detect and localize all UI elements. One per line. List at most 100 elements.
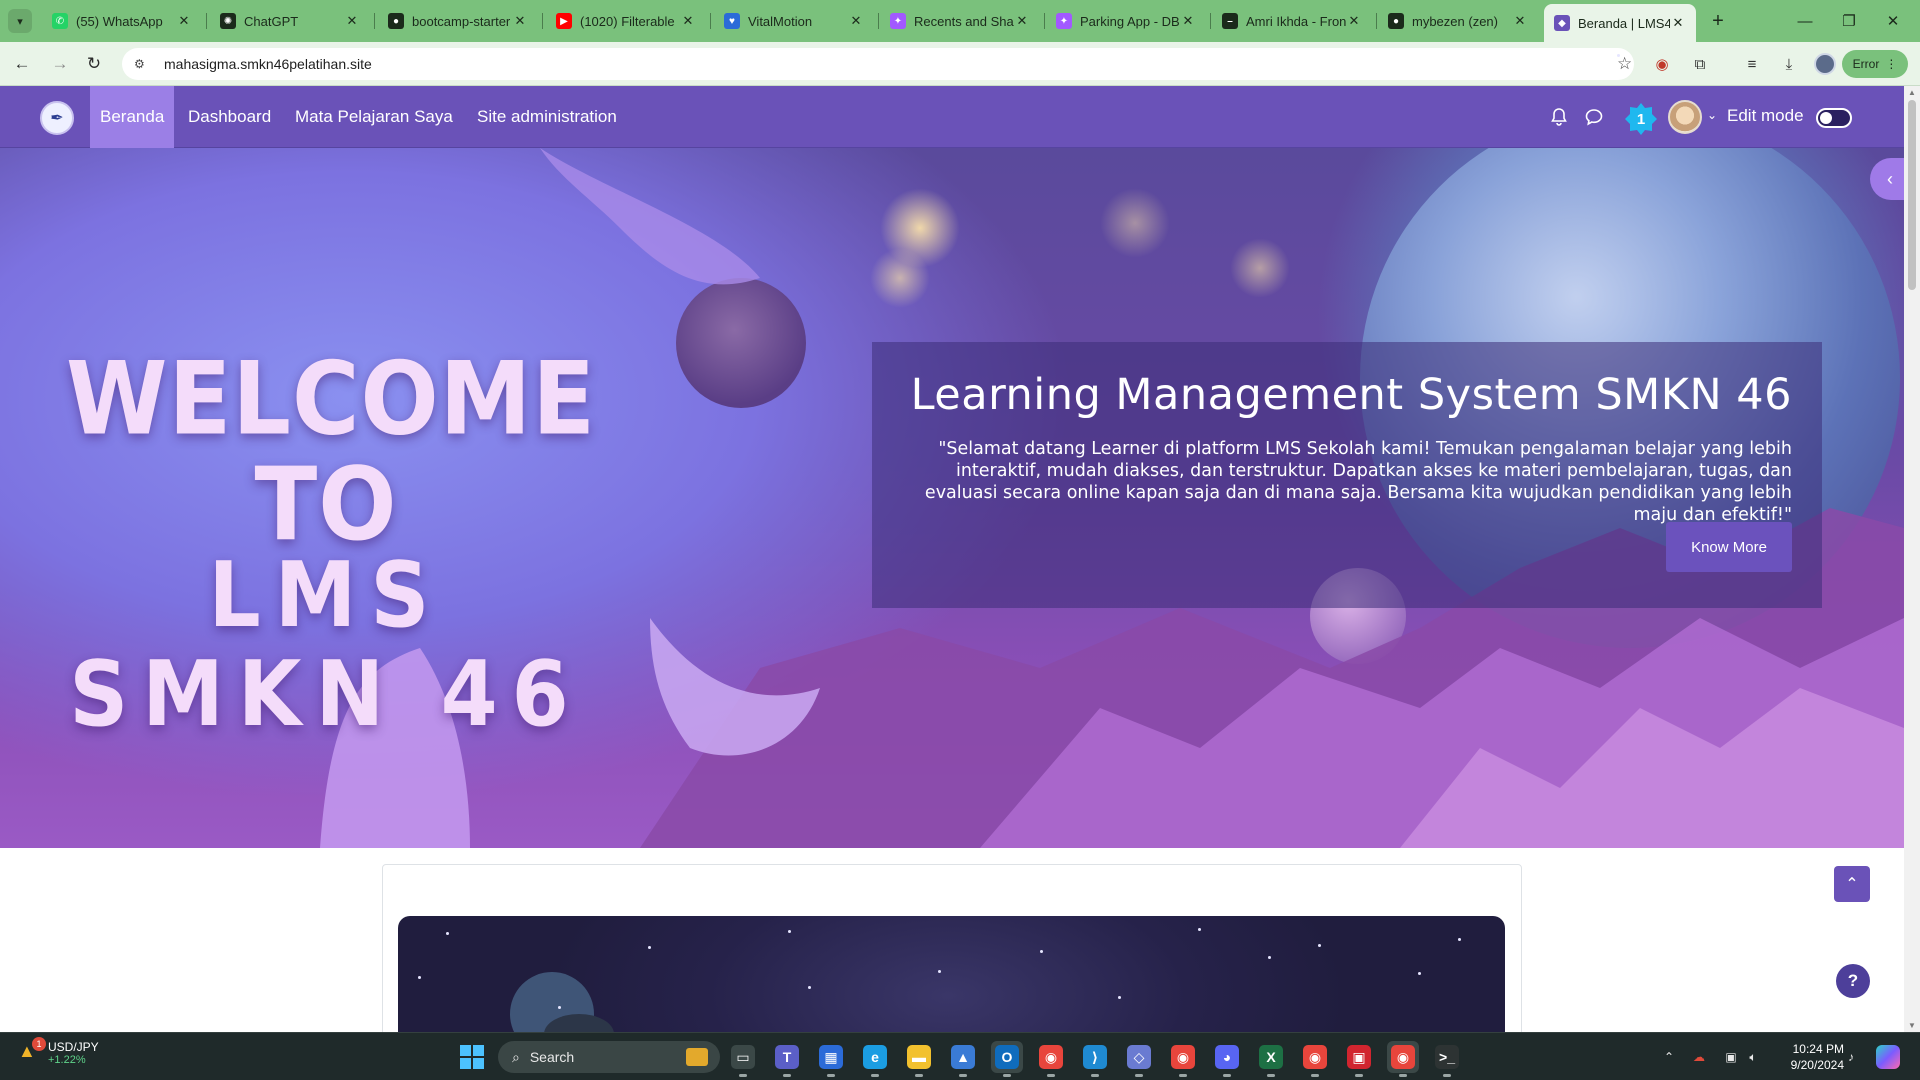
browser-tab-label: (1020) Filterable <box>580 13 675 29</box>
start-button-windows-icon[interactable] <box>460 1045 484 1069</box>
close-tab-icon[interactable]: ✕ <box>1014 13 1030 29</box>
forward-button[interactable]: → <box>46 50 74 78</box>
taskbar-search[interactable]: ⌕ Search <box>498 1041 720 1073</box>
chrome-profile-icon[interactable]: ◉ <box>1167 1041 1199 1077</box>
microsoft-store-icon[interactable]: ▦ <box>815 1041 847 1077</box>
task-view-icon[interactable]: ▭ <box>727 1041 759 1077</box>
notification-bell-icon[interactable]: ♪ <box>1842 1048 1860 1066</box>
scroll-down-arrow-icon[interactable]: ▼ <box>1908 1021 1916 1030</box>
browser-tab[interactable]: ✺ ChatGPT ✕ <box>210 6 370 36</box>
browser-tab-label: Amri Ikhda - Fron <box>1246 13 1346 29</box>
user-avatar[interactable] <box>1668 100 1702 134</box>
browser-tab-label: (55) WhatsApp <box>76 13 163 29</box>
restore-button[interactable]: ❐ <box>1834 8 1864 34</box>
nav-site-administration[interactable]: Site administration <box>467 86 627 148</box>
nav-dashboard-label: Dashboard <box>188 107 272 126</box>
eye-off-icon[interactable]: ◉ <box>1650 52 1674 76</box>
user-menu-chevron-down-icon[interactable]: ⌄ <box>1707 108 1717 122</box>
github-icon: ● <box>388 13 404 29</box>
outlook-icon[interactable]: O <box>991 1041 1023 1077</box>
level-badge[interactable]: 1 <box>1624 102 1658 136</box>
close-tab-icon[interactable]: ✕ <box>512 13 528 29</box>
excel-icon[interactable]: X <box>1255 1041 1287 1077</box>
terminal-glyph: >_ <box>1435 1045 1459 1069</box>
download-icon[interactable]: ⤓ <box>1777 52 1801 76</box>
new-tab-button[interactable]: + <box>1705 8 1731 34</box>
volume-icon[interactable]: 🔈︎ <box>1744 1048 1762 1066</box>
close-window-button[interactable]: ✕ <box>1878 8 1908 34</box>
close-tab-icon[interactable]: ✕ <box>1346 13 1362 29</box>
copilot-icon[interactable] <box>1876 1045 1900 1069</box>
reload-button[interactable]: ↻ <box>80 50 108 78</box>
edit-mode-toggle[interactable] <box>1816 108 1852 128</box>
extensions-icon[interactable]: ⧉ <box>1688 52 1712 76</box>
browser-tab-strip: ▾ ✆ (55) WhatsApp ✕ ✺ ChatGPT ✕ ● bootcamp-star… <box>0 0 1920 42</box>
error-button[interactable]: Error ⋮ <box>1842 50 1908 78</box>
clock[interactable]: 10:24 PM 9/20/2024 <box>1768 1041 1844 1073</box>
nav-beranda-label: Beranda <box>100 107 165 126</box>
browser-tab[interactable]: ● mybezen (zen) ✕ <box>1378 6 1538 36</box>
chrome-active-glyph: ◉ <box>1391 1045 1415 1069</box>
browser-tab[interactable]: – Amri Ikhda - Fron ✕ <box>1212 6 1372 36</box>
nav-beranda[interactable]: Beranda <box>90 86 175 148</box>
tab-search-button[interactable]: ▾ <box>8 9 32 33</box>
edge-icon[interactable]: e <box>859 1041 891 1077</box>
browser-tab[interactable]: ▶ (1020) Filterable ✕ <box>546 6 706 36</box>
onedrive-icon[interactable]: ☁ <box>1690 1048 1708 1066</box>
welcome-line-1: WELCOME TO <box>66 339 597 564</box>
chrome-profile-2-icon[interactable]: ◉ <box>1299 1041 1331 1077</box>
file-explorer-icon[interactable]: ▬ <box>903 1041 935 1077</box>
notification-bell-icon[interactable] <box>1546 104 1572 130</box>
back-button[interactable]: ← <box>8 50 36 78</box>
close-tab-icon[interactable]: ✕ <box>848 13 864 29</box>
back-to-top-chevron-up-icon[interactable]: ⌃ <box>1834 866 1870 902</box>
photos-icon[interactable]: ▲ <box>947 1041 979 1077</box>
more-menu-icon: ⋮ <box>1885 57 1898 71</box>
scrollbar-thumb[interactable] <box>1908 100 1916 290</box>
close-tab-icon[interactable]: ✕ <box>176 13 192 29</box>
hero-caption-card: Learning Management System SMKN 46 "Sela… <box>872 342 1822 608</box>
browser-tab[interactable]: ♥ VitalMotion ✕ <box>714 6 874 36</box>
chrome-icon[interactable]: ◉ <box>1035 1041 1067 1077</box>
network-icon[interactable]: ▣ <box>1722 1048 1740 1066</box>
site-logo[interactable]: ✒ <box>40 101 74 135</box>
browser-tab[interactable]: ✆ (55) WhatsApp ✕ <box>42 6 202 36</box>
vscode-icon[interactable]: ⟩ <box>1079 1041 1111 1077</box>
profile-avatar[interactable] <box>1814 53 1836 75</box>
browser-tab[interactable]: ✦ Recents and Shar ✕ <box>880 6 1040 36</box>
browser-tab[interactable]: ◆ Beranda | LMS46 ✕ <box>1544 4 1696 42</box>
close-tab-icon[interactable]: ✕ <box>680 13 696 29</box>
chrome-active-icon[interactable]: ◉ <box>1387 1041 1419 1077</box>
page-scrollbar[interactable]: ▲ ▼ <box>1904 86 1920 1032</box>
nav-mata-pelajaran[interactable]: Mata Pelajaran Saya <box>285 86 463 148</box>
nav-dashboard[interactable]: Dashboard <box>178 86 281 148</box>
discord-glyph: ◕ <box>1215 1045 1239 1069</box>
bookmark-star-icon[interactable]: ☆ <box>1617 54 1632 73</box>
scroll-up-arrow-icon[interactable]: ▲ <box>1908 88 1916 97</box>
discord-icon[interactable]: ◕ <box>1211 1041 1243 1077</box>
minimize-button[interactable]: — <box>1790 8 1820 34</box>
teams-icon[interactable]: T <box>771 1041 803 1077</box>
stock-widget[interactable]: ▲ 1 USD/JPY +1.22% <box>18 1037 99 1066</box>
browser-tab[interactable]: ● bootcamp-starter ✕ <box>378 6 538 36</box>
messages-chat-icon[interactable] <box>1581 104 1607 130</box>
close-tab-icon[interactable]: ✕ <box>344 13 360 29</box>
close-tab-icon[interactable]: ✕ <box>1670 15 1686 31</box>
media-control-icon[interactable]: ≡ <box>1740 52 1764 76</box>
git-client-icon[interactable]: ◇ <box>1123 1041 1155 1077</box>
app-red-icon[interactable]: ▣ <box>1343 1041 1375 1077</box>
tray-chevron-up-icon[interactable]: ⌃ <box>1660 1048 1678 1066</box>
hero-title: Learning Management System SMKN 46 <box>910 370 1792 420</box>
close-tab-icon[interactable]: ✕ <box>1512 13 1528 29</box>
know-more-button[interactable]: Know More <box>1666 522 1792 572</box>
site-info-icon[interactable]: ⚙ <box>134 57 152 71</box>
browser-tab[interactable]: ✦ Parking App - DB ✕ <box>1046 6 1206 36</box>
youtube-icon: ▶ <box>556 13 572 29</box>
close-tab-icon[interactable]: ✕ <box>1180 13 1196 29</box>
tab-separator <box>374 13 375 29</box>
widget-title: USD/JPY <box>48 1040 99 1054</box>
search-placeholder: Search <box>529 1049 575 1065</box>
address-bar[interactable]: ⚙ mahasigma.smkn46pelatihan.site ☆ <box>122 48 1634 80</box>
terminal-icon[interactable]: >_ <box>1431 1041 1463 1077</box>
help-button[interactable]: ? <box>1836 964 1870 998</box>
